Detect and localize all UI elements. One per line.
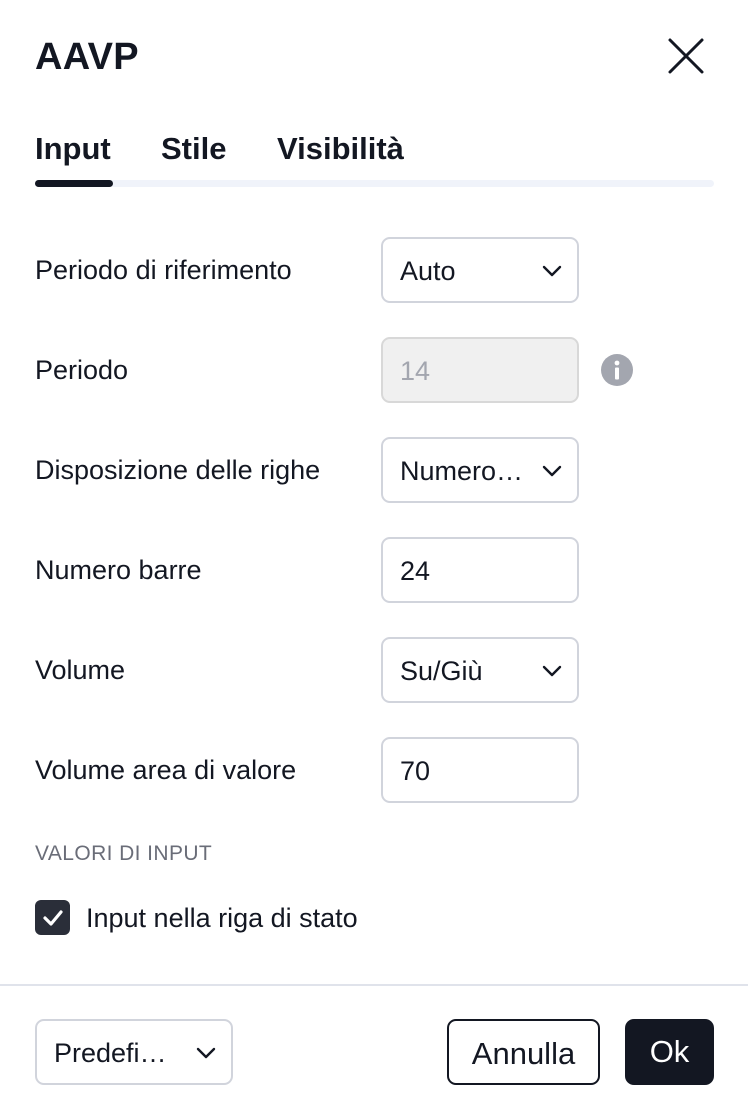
field-row-value-area: Volume area di valore 70: [35, 737, 715, 803]
field-label: Volume area di valore: [35, 755, 297, 785]
length-input: 14: [381, 337, 579, 403]
tab-bar: Input Stile Visibilità: [35, 128, 714, 188]
select-value: Auto: [400, 256, 456, 286]
active-tab-indicator: [35, 180, 113, 187]
checkbox-label: Input nella riga di stato: [86, 903, 358, 933]
field-label: Periodo: [35, 355, 129, 385]
value-area-input[interactable]: 70: [381, 737, 579, 803]
info-icon[interactable]: [601, 354, 633, 386]
field-label: Disposizione delle righe: [35, 455, 321, 485]
ok-button-label: Ok: [649, 1034, 690, 1069]
ok-button[interactable]: Ok: [625, 1019, 714, 1085]
defaults-dropdown[interactable]: Predefi…: [35, 1019, 233, 1085]
input-value: 24: [400, 556, 431, 586]
section-heading-input-values: VALORI DI INPUT: [35, 842, 213, 865]
chevron-down-icon: [542, 265, 562, 277]
row-size-input[interactable]: 24: [381, 537, 579, 603]
field-label: Periodo di riferimento: [35, 255, 292, 285]
field-row-volume: Volume Su/Giù: [35, 637, 715, 703]
chevron-down-icon: [542, 665, 562, 677]
input-value: 14: [400, 356, 431, 386]
status-line-checkbox[interactable]: [35, 900, 70, 935]
close-icon[interactable]: [664, 34, 708, 78]
cancel-button-label: Annulla: [471, 1036, 576, 1071]
status-line-checkbox-row[interactable]: Input nella riga di stato: [35, 900, 535, 936]
field-row-rows-layout: Disposizione delle righe Numero…: [35, 437, 715, 503]
input-value: 70: [400, 756, 431, 786]
check-icon: [43, 910, 63, 926]
field-label: Numero barre: [35, 555, 202, 585]
field-row-length: Periodo 14: [35, 337, 715, 403]
tab-visibility[interactable]: Visibilità: [277, 128, 404, 170]
chevron-down-icon: [196, 1047, 216, 1059]
tab-track: [35, 180, 714, 187]
select-value: Su/Giù: [400, 656, 483, 686]
tab-input[interactable]: Input: [35, 128, 111, 170]
rows-layout-select[interactable]: Numero…: [381, 437, 579, 503]
dialog-title: AAVP: [35, 36, 139, 78]
anchor-period-select[interactable]: Auto: [381, 237, 579, 303]
indicator-settings-dialog: AAVP Input Stile Visibilità Periodo di r…: [0, 0, 748, 1110]
cancel-button[interactable]: Annulla: [447, 1019, 600, 1085]
field-row-anchor-period: Periodo di riferimento Auto: [35, 237, 715, 303]
chevron-down-icon: [542, 465, 562, 477]
field-row-row-size: Numero barre 24: [35, 537, 715, 603]
tab-style[interactable]: Stile: [161, 128, 226, 170]
volume-select[interactable]: Su/Giù: [381, 637, 579, 703]
defaults-label: Predefi…: [54, 1038, 167, 1068]
field-label: Volume: [35, 655, 126, 685]
footer-divider: [0, 984, 748, 986]
select-value: Numero…: [400, 456, 524, 486]
